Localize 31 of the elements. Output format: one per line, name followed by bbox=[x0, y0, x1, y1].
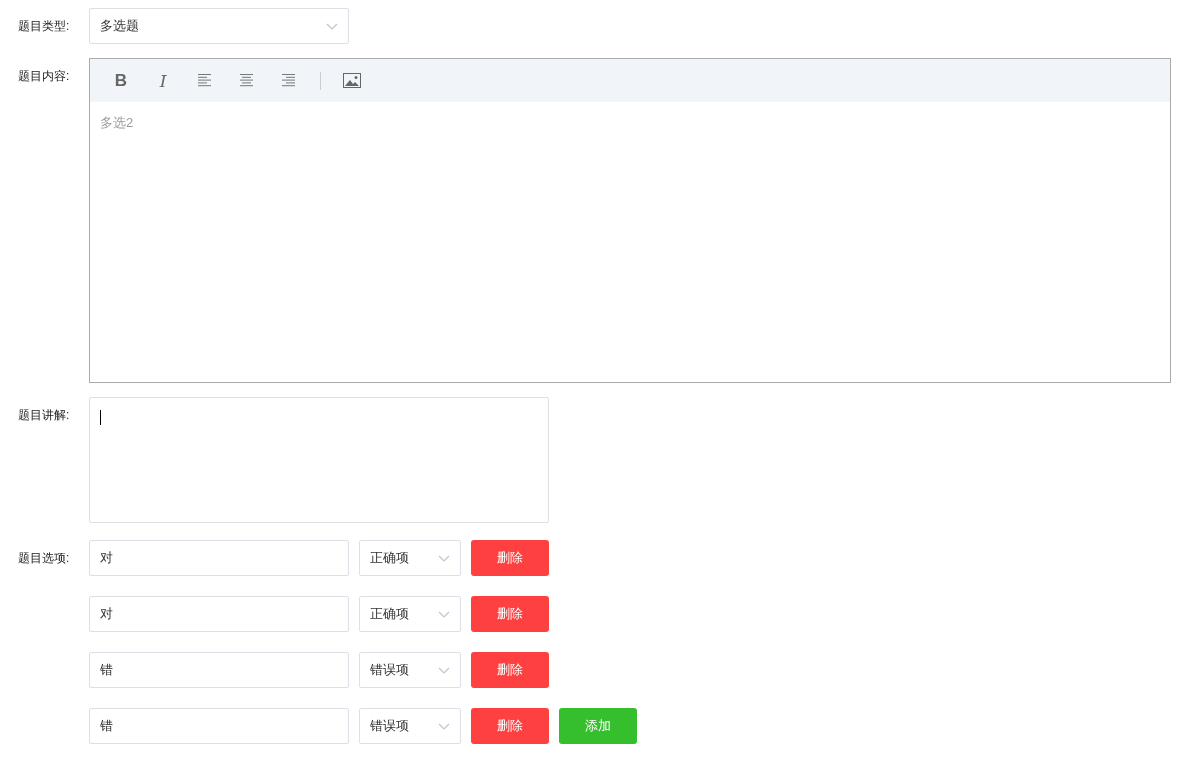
field-label: 题目类型: bbox=[17, 18, 71, 35]
answer-type-select[interactable]: 正确项 bbox=[359, 596, 461, 632]
text-cursor-icon bbox=[100, 410, 101, 425]
align-left-icon bbox=[198, 74, 212, 87]
select-value: 正确项 bbox=[370, 605, 409, 623]
select-value: 错误项 bbox=[370, 661, 409, 679]
option-text-field[interactable]: 对 bbox=[89, 540, 349, 576]
chevron-down-icon bbox=[438, 554, 450, 562]
answer-type-select[interactable]: 正确项 bbox=[359, 540, 461, 576]
select-value: 错误项 bbox=[370, 717, 409, 735]
option-text-field[interactable]: 对 bbox=[89, 596, 349, 632]
chevron-down-icon bbox=[326, 22, 338, 30]
select-value: 多选题 bbox=[100, 17, 139, 35]
select-value: 正确项 bbox=[370, 549, 409, 567]
explanation-field[interactable] bbox=[89, 397, 549, 523]
align-center-icon bbox=[240, 74, 254, 87]
question-type-select[interactable]: 多选题 bbox=[89, 8, 349, 44]
answer-type-select[interactable]: 错误项 bbox=[359, 708, 461, 744]
option-text-field[interactable]: 错 bbox=[89, 708, 349, 744]
chevron-down-icon bbox=[438, 722, 450, 730]
option-text-field[interactable]: 错 bbox=[89, 652, 349, 688]
answer-type-select[interactable]: 错误项 bbox=[359, 652, 461, 688]
align-right-icon bbox=[282, 74, 296, 87]
field-label: 题目内容: bbox=[17, 68, 71, 85]
chevron-down-icon bbox=[438, 610, 450, 618]
field-label: 题目选项: bbox=[17, 550, 71, 567]
italic-button[interactable]: I bbox=[142, 65, 184, 96]
image-icon bbox=[343, 73, 361, 88]
field-label: 题目讲解: bbox=[17, 407, 71, 424]
chevron-down-icon bbox=[438, 666, 450, 674]
bold-button[interactable]: B bbox=[100, 65, 142, 96]
